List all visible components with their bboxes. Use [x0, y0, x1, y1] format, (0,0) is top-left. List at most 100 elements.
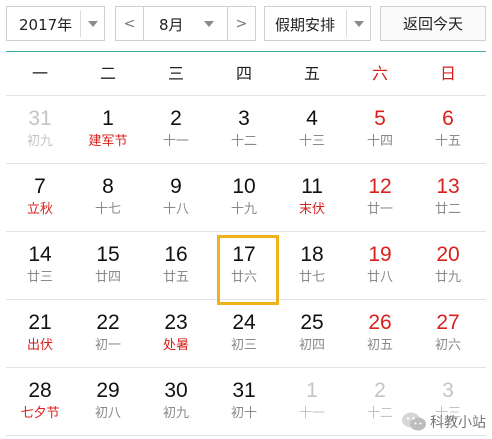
lunar-date: 初四 — [298, 338, 325, 353]
chevron-down-icon[interactable] — [88, 21, 98, 27]
day-cell[interactable]: 6 十五 — [414, 96, 482, 164]
day-cell[interactable]: 27 初六 — [414, 300, 482, 368]
day-number: 5 — [374, 107, 386, 130]
day-number: 11 — [301, 175, 323, 198]
day-number: 22 — [96, 311, 120, 334]
next-month-button[interactable]: > — [228, 7, 255, 40]
day-cell[interactable]: 10 十九 — [210, 164, 278, 232]
calendar-grid: 31 初九 1 建军节 2 十一 3 十二 4 十三 5 十四 6 十五 7 立秋 8 十七 9 十八 10 十九 11 末伏… — [6, 96, 486, 436]
day-cell[interactable]: 16 廿五 — [142, 232, 210, 300]
day-number: 31 — [232, 379, 256, 402]
day-cell[interactable]: 19 廿八 — [346, 232, 414, 300]
day-cell[interactable]: 4 十三 — [278, 96, 346, 164]
day-number: 13 — [436, 175, 460, 198]
day-cell[interactable]: 15 廿四 — [74, 232, 142, 300]
lunar-date: 十八 — [162, 202, 189, 217]
day-number: 7 — [34, 175, 46, 198]
lunar-date: 十九 — [230, 202, 257, 217]
weekday-label: 六 — [371, 64, 388, 83]
day-cell[interactable]: 26 初五 — [346, 300, 414, 368]
day-cell[interactable]: 18 廿七 — [278, 232, 346, 300]
day-cell[interactable]: 5 十四 — [346, 96, 414, 164]
return-today-button[interactable]: 返回今天 — [380, 6, 486, 41]
day-cell[interactable]: 12 廿一 — [346, 164, 414, 232]
day-cell[interactable]: 11 末伏 — [278, 164, 346, 232]
day-cell[interactable]: 21 出伏 — [6, 300, 74, 368]
day-cell[interactable]: 8 十七 — [74, 164, 142, 232]
day-cell-selected[interactable]: 17 廿六 — [210, 232, 279, 305]
lunar-date: 廿七 — [298, 270, 325, 285]
holiday-value: 假期安排 — [275, 16, 336, 34]
month-select[interactable]: < 8月 > — [115, 6, 256, 41]
lunar-date: 廿三 — [26, 270, 53, 285]
lunar-date: 十三 — [298, 134, 325, 149]
day-cell[interactable]: 31 初十 — [210, 368, 278, 436]
divider — [80, 10, 81, 37]
lunar-date: 十一 — [162, 134, 189, 149]
year-select[interactable]: 2017年 — [6, 6, 105, 41]
weekday-label: 三 — [167, 64, 184, 83]
header-accent-line — [6, 51, 486, 52]
lunar-date: 廿八 — [366, 270, 393, 285]
day-number: 2 — [374, 379, 386, 402]
day-cell[interactable]: 28 七夕节 — [6, 368, 74, 436]
day-cell[interactable]: 1 十一 — [278, 368, 346, 436]
day-cell[interactable]: 25 初四 — [278, 300, 346, 368]
day-number: 1 — [306, 379, 318, 402]
festival-label: 末伏 — [298, 202, 325, 217]
day-cell[interactable]: 29 初八 — [74, 368, 142, 436]
month-value: 8月 — [159, 16, 184, 34]
weekday-label: 日 — [439, 64, 456, 83]
day-number: 25 — [300, 311, 324, 334]
prev-month-button[interactable]: < — [116, 7, 143, 40]
year-value: 2017年 — [19, 16, 73, 34]
chevron-down-icon[interactable] — [204, 21, 214, 27]
lunar-date: 廿五 — [162, 270, 189, 285]
day-cell[interactable]: 23 处暑 — [142, 300, 210, 368]
day-cell[interactable]: 9 十八 — [142, 164, 210, 232]
day-number: 2 — [170, 107, 182, 130]
lunar-date: 初六 — [434, 338, 461, 353]
day-number: 8 — [102, 175, 114, 198]
day-number: 3 — [442, 379, 454, 402]
day-cell[interactable]: 30 初九 — [142, 368, 210, 436]
day-cell[interactable]: 31 初九 — [6, 96, 74, 164]
day-cell[interactable]: 13 廿二 — [414, 164, 482, 232]
day-number: 12 — [368, 175, 392, 198]
day-cell[interactable]: 14 廿三 — [6, 232, 74, 300]
day-cell[interactable]: 20 廿九 — [414, 232, 482, 300]
weekday-header: 一 二 三 四 五 六 日 — [6, 56, 486, 92]
day-number: 28 — [28, 379, 52, 402]
day-cell[interactable]: 3 十二 — [210, 96, 278, 164]
day-number: 16 — [164, 243, 188, 266]
day-number: 15 — [96, 243, 120, 266]
chevron-down-icon[interactable] — [354, 21, 364, 27]
day-cell[interactable]: 2 十一 — [142, 96, 210, 164]
wechat-icon — [401, 411, 427, 433]
weekday-label: 二 — [99, 64, 116, 83]
divider — [346, 10, 347, 37]
day-number: 19 — [368, 243, 392, 266]
day-number: 23 — [164, 311, 188, 334]
festival-label: 七夕节 — [20, 406, 60, 421]
lunar-date: 初九 — [26, 134, 53, 149]
day-cell[interactable]: 1 建军节 — [74, 96, 142, 164]
lunar-date: 初八 — [94, 406, 121, 421]
lunar-date: 十四 — [366, 134, 393, 149]
lunar-date: 十七 — [94, 202, 121, 217]
festival-label: 出伏 — [26, 338, 53, 353]
day-cell[interactable]: 22 初一 — [74, 300, 142, 368]
lunar-date: 十一 — [298, 406, 325, 421]
day-cell[interactable]: 24 初三 — [210, 300, 278, 368]
watermark-text: 科教小站 — [430, 415, 486, 431]
day-number: 31 — [28, 107, 52, 130]
day-number: 29 — [96, 379, 120, 402]
lunar-date: 初九 — [162, 406, 189, 421]
day-number: 14 — [28, 243, 52, 266]
weekday-label: 五 — [303, 64, 320, 83]
day-cell[interactable]: 7 立秋 — [6, 164, 74, 232]
day-number: 4 — [306, 107, 318, 130]
holiday-select[interactable]: 假期安排 — [264, 6, 371, 41]
calendar-toolbar: 2017年 < 8月 > 假期安排 返回今天 — [6, 6, 486, 42]
day-number: 20 — [436, 243, 460, 266]
